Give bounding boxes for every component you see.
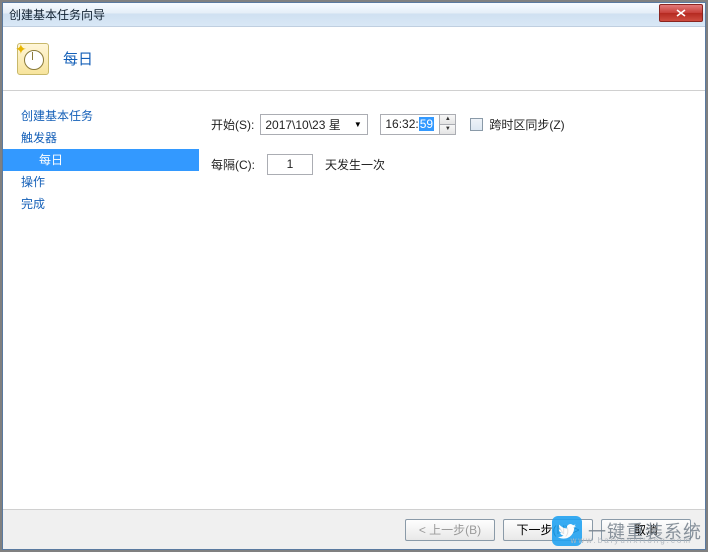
back-button[interactable]: < 上一步(B) [405,519,495,541]
time-seconds-selected: 59 [419,117,434,131]
next-button[interactable]: 下一步(N) > [503,519,593,541]
sidebar-item-daily[interactable]: 每日 [3,149,199,171]
sidebar-item-finish[interactable]: 完成 [3,193,199,215]
clock-icon: ✦ [17,43,49,75]
sidebar-item-action[interactable]: 操作 [3,171,199,193]
recur-suffix: 天发生一次 [325,156,385,173]
sync-timezone-checkbox[interactable] [470,118,483,131]
time-spinner: ▲ ▼ [439,115,455,134]
spin-down-button[interactable]: ▼ [440,125,455,134]
page-title: 每日 [63,48,93,69]
wizard-header: ✦ 每日 [3,27,705,91]
sidebar: 创建基本任务 触发器 每日 操作 完成 [3,91,199,509]
wizard-footer: < 上一步(B) 下一步(N) > 取消 [3,509,705,549]
start-label: 开始(S): [211,116,254,133]
window-title: 创建基本任务向导 [9,6,105,23]
content-pane: 开始(S): 2017\10\23 星 ▼ 16:32:59 ▲ ▼ 跨时区同步… [199,91,705,509]
time-input[interactable]: 16:32:59 ▲ ▼ [380,114,456,135]
wizard-body: 创建基本任务 触发器 每日 操作 完成 开始(S): 2017\10\23 星 … [3,91,705,509]
sidebar-item-trigger[interactable]: 触发器 [3,127,199,149]
cancel-button[interactable]: 取消 [601,519,691,541]
recur-label: 每隔(C): [211,156,255,173]
spin-up-button[interactable]: ▲ [440,115,455,125]
sync-timezone-label: 跨时区同步(Z) [489,116,564,133]
date-value: 2017\10\23 星 [265,116,340,133]
recur-input[interactable]: 1 [267,154,313,175]
titlebar: 创建基本任务向导 [3,3,705,27]
chevron-down-icon[interactable]: ▼ [350,117,365,132]
start-row: 开始(S): 2017\10\23 星 ▼ 16:32:59 ▲ ▼ 跨时区同步… [211,111,693,137]
date-input[interactable]: 2017\10\23 星 ▼ [260,114,368,135]
time-prefix: 16:32: [385,117,418,131]
close-button[interactable] [659,4,703,22]
sidebar-item-create-task[interactable]: 创建基本任务 [3,105,199,127]
wizard-window: 创建基本任务向导 ✦ 每日 创建基本任务 触发器 每日 操作 完成 开始(S):… [2,2,706,550]
recur-row: 每隔(C): 1 天发生一次 [211,151,693,177]
